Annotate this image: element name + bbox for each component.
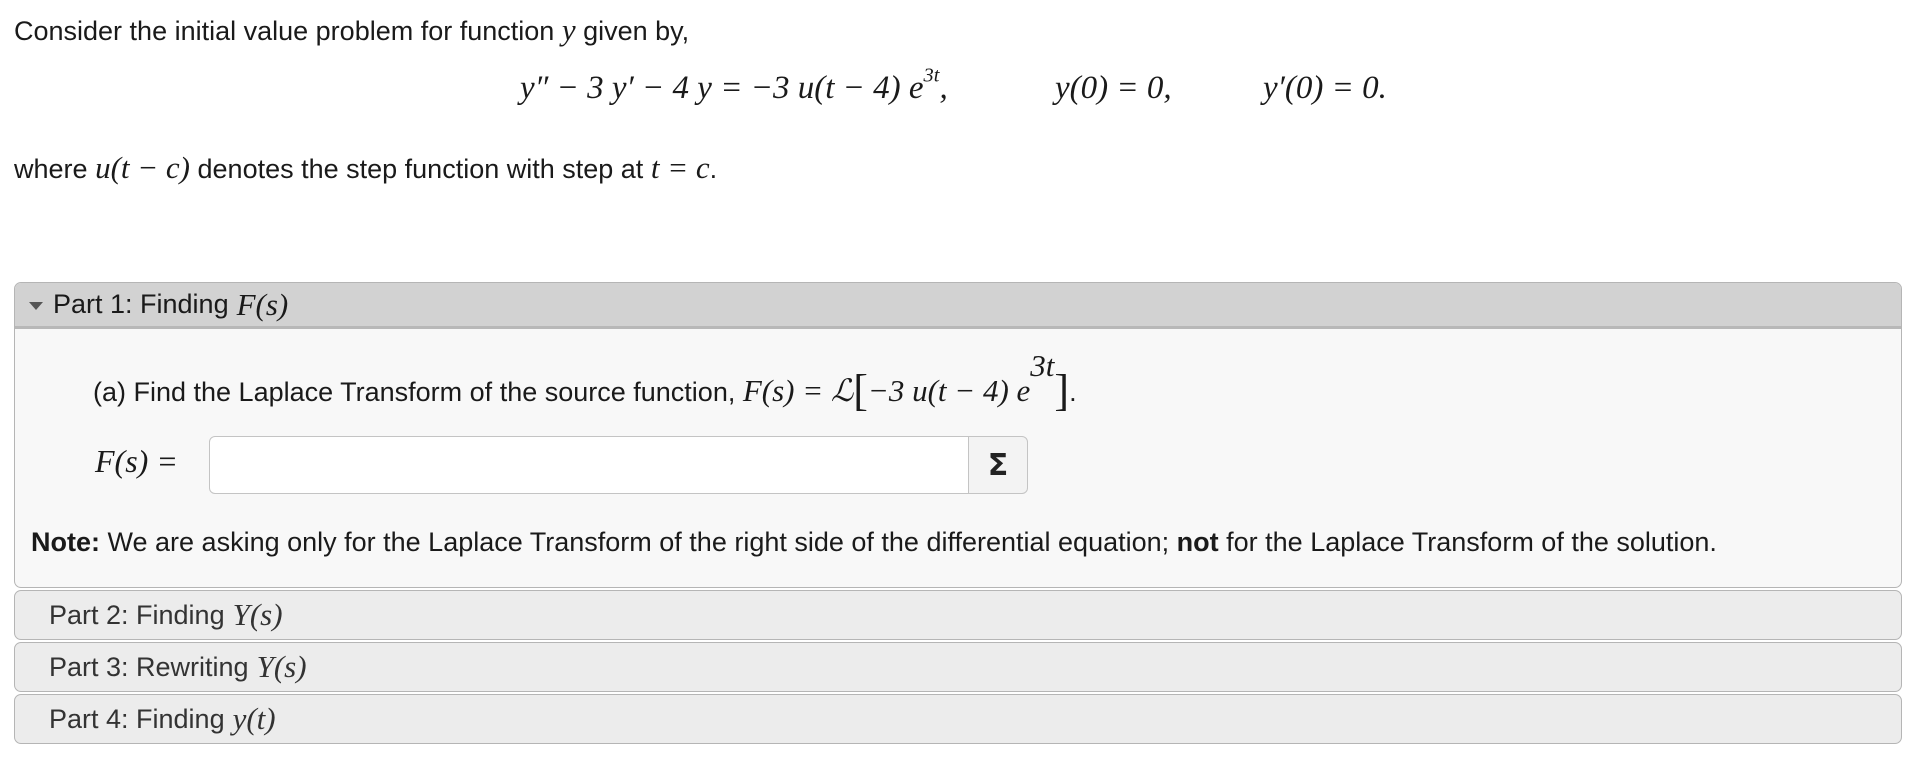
intro-var: y [561,12,576,47]
caret-down-icon [29,301,43,310]
equation-main: y″ − 3 y′ − 4 y = −3 u(t − 4) e3t, [520,64,948,106]
part-2-header[interactable]: Part 2: Finding Y(s) [14,590,1902,640]
initial-condition-1: y(0) = 0, [1055,70,1172,106]
question-a: (a) Find the Laplace Transform of the so… [93,348,1077,415]
part-1-header[interactable]: Part 1: Finding F(s) [15,283,1901,329]
initial-condition-2: y′(0) = 0. [1263,70,1387,106]
answer-label: F(s) = [95,443,178,479]
part-1-panel: Part 1: Finding F(s) (a) Find the Laplac… [14,282,1902,588]
bracket-right: ] [1054,366,1070,415]
step-location: t = c [650,150,710,185]
step-function: u(t − c) [95,150,190,185]
sigma-icon: Σ [987,447,1009,483]
part-1-label: Part 1: Finding [53,289,229,319]
bracket-left: [ [853,366,868,415]
problem-intro: Consider the initial value problem for f… [14,12,689,48]
step-function-note: where u(t − c) denotes the step function… [14,150,718,185]
part-1-math: F(s) [236,286,289,322]
intro-text: Consider the initial value problem for f… [14,16,555,46]
intro-suffix: given by, [583,16,690,46]
note: Note: We are asking only for the Laplace… [31,527,1717,557]
answer-input[interactable] [209,436,969,494]
part-3-header[interactable]: Part 3: Rewriting Y(s) [14,642,1902,692]
math-editor-button[interactable]: Σ [968,436,1028,494]
part-4-header[interactable]: Part 4: Finding y(t) [14,694,1902,744]
